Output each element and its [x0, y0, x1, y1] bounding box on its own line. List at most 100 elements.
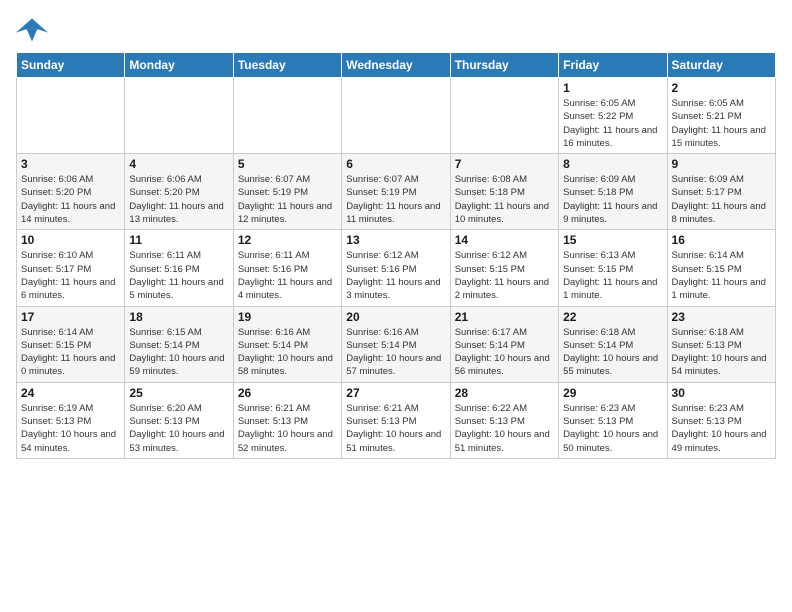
calendar-cell: 29Sunrise: 6:23 AM Sunset: 5:13 PM Dayli…	[559, 382, 667, 458]
day-number: 28	[455, 386, 554, 400]
calendar-cell	[233, 78, 341, 154]
day-number: 9	[672, 157, 771, 171]
calendar-cell	[17, 78, 125, 154]
day-info: Sunrise: 6:15 AM Sunset: 5:14 PM Dayligh…	[129, 326, 228, 379]
logo-icon	[16, 16, 48, 44]
day-info: Sunrise: 6:16 AM Sunset: 5:14 PM Dayligh…	[238, 326, 337, 379]
day-number: 12	[238, 233, 337, 247]
calendar-cell: 25 Sunrise: 6:20 AM Sunset: 5:13 PM Dayli…	[125, 382, 233, 458]
day-number: 13	[346, 233, 445, 247]
calendar-week-row: 3 Sunrise: 6:06 AM Sunset: 5:20 PM Daylig…	[17, 154, 776, 230]
day-number: 16	[672, 233, 771, 247]
calendar-header-row: SundayMondayTuesdayWednesdayThursdayFrid…	[17, 53, 776, 78]
day-info: Sunrise: 6:07 AM Sunset: 5:19 PM Dayligh…	[346, 173, 445, 226]
calendar-table: SundayMondayTuesdayWednesdayThursdayFrid…	[16, 52, 776, 459]
calendar-cell: 18 Sunrise: 6:15 AM Sunset: 5:14 PM Dayli…	[125, 306, 233, 382]
day-number: 2	[672, 81, 771, 95]
calendar-week-row: 1 Sunrise: 6:05 AM Sunset: 5:22 PM Daylig…	[17, 78, 776, 154]
day-info: Sunrise: 6:12 AM Sunset: 5:16 PM Dayligh…	[346, 249, 445, 302]
logo	[16, 16, 52, 44]
day-info: Sunrise: 6:10 AM Sunset: 5:17 PM Dayligh…	[21, 249, 120, 302]
day-number: 20	[346, 310, 445, 324]
calendar-cell: 16 Sunrise: 6:14 AM Sunset: 5:15 PM Dayli…	[667, 230, 775, 306]
day-info: Sunrise: 6:14 AM Sunset: 5:15 PM Dayligh…	[672, 249, 771, 302]
day-number: 27	[346, 386, 445, 400]
day-number: 10	[21, 233, 120, 247]
calendar-cell: 13 Sunrise: 6:12 AM Sunset: 5:16 PM Dayli…	[342, 230, 450, 306]
calendar-cell: 10 Sunrise: 6:10 AM Sunset: 5:17 PM Dayli…	[17, 230, 125, 306]
day-number: 1	[563, 81, 662, 95]
calendar-cell: 22 Sunrise: 6:18 AM Sunset: 5:14 PM Dayli…	[559, 306, 667, 382]
day-number: 26	[238, 386, 337, 400]
calendar-cell: 5 Sunrise: 6:07 AM Sunset: 5:19 PM Daylig…	[233, 154, 341, 230]
day-info: Sunrise: 6:23 AM Sunset: 5:13 PM Dayligh…	[672, 402, 771, 455]
day-header-sunday: Sunday	[17, 53, 125, 78]
calendar-cell: 11Sunrise: 6:11 AM Sunset: 5:16 PM Dayli…	[125, 230, 233, 306]
day-number: 30	[672, 386, 771, 400]
day-header-monday: Monday	[125, 53, 233, 78]
day-number: 11	[129, 233, 228, 247]
day-number: 19	[238, 310, 337, 324]
calendar-week-row: 17 Sunrise: 6:14 AM Sunset: 5:15 PM Dayli…	[17, 306, 776, 382]
calendar-cell: 20 Sunrise: 6:16 AM Sunset: 5:14 PM Dayli…	[342, 306, 450, 382]
calendar-cell: 15Sunrise: 6:13 AM Sunset: 5:15 PM Dayli…	[559, 230, 667, 306]
day-header-tuesday: Tuesday	[233, 53, 341, 78]
day-number: 5	[238, 157, 337, 171]
calendar-cell: 17 Sunrise: 6:14 AM Sunset: 5:15 PM Dayli…	[17, 306, 125, 382]
day-number: 24	[21, 386, 120, 400]
day-info: Sunrise: 6:22 AM Sunset: 5:13 PM Dayligh…	[455, 402, 554, 455]
day-info: Sunrise: 6:21 AM Sunset: 5:13 PM Dayligh…	[346, 402, 445, 455]
day-info: Sunrise: 6:11 AM Sunset: 5:16 PM Dayligh…	[238, 249, 337, 302]
day-number: 23	[672, 310, 771, 324]
day-number: 15	[563, 233, 662, 247]
day-info: Sunrise: 6:20 AM Sunset: 5:13 PM Dayligh…	[129, 402, 228, 455]
day-info: Sunrise: 6:05 AM Sunset: 5:22 PM Dayligh…	[563, 97, 662, 150]
calendar-week-row: 10 Sunrise: 6:10 AM Sunset: 5:17 PM Dayli…	[17, 230, 776, 306]
day-info: Sunrise: 6:05 AM Sunset: 5:21 PM Dayligh…	[672, 97, 771, 150]
day-info: Sunrise: 6:16 AM Sunset: 5:14 PM Dayligh…	[346, 326, 445, 379]
calendar-cell: 3 Sunrise: 6:06 AM Sunset: 5:20 PM Daylig…	[17, 154, 125, 230]
day-info: Sunrise: 6:17 AM Sunset: 5:14 PM Dayligh…	[455, 326, 554, 379]
calendar-cell: 9 Sunrise: 6:09 AM Sunset: 5:17 PM Daylig…	[667, 154, 775, 230]
day-header-friday: Friday	[559, 53, 667, 78]
calendar-cell: 7 Sunrise: 6:08 AM Sunset: 5:18 PM Daylig…	[450, 154, 558, 230]
calendar-cell: 19 Sunrise: 6:16 AM Sunset: 5:14 PM Dayli…	[233, 306, 341, 382]
calendar-cell	[125, 78, 233, 154]
calendar-cell: 1 Sunrise: 6:05 AM Sunset: 5:22 PM Daylig…	[559, 78, 667, 154]
day-info: Sunrise: 6:07 AM Sunset: 5:19 PM Dayligh…	[238, 173, 337, 226]
day-number: 17	[21, 310, 120, 324]
day-number: 7	[455, 157, 554, 171]
day-info: Sunrise: 6:23 AM Sunset: 5:13 PM Dayligh…	[563, 402, 662, 455]
day-info: Sunrise: 6:18 AM Sunset: 5:13 PM Dayligh…	[672, 326, 771, 379]
calendar-cell: 21 Sunrise: 6:17 AM Sunset: 5:14 PM Dayli…	[450, 306, 558, 382]
calendar-week-row: 24 Sunrise: 6:19 AM Sunset: 5:13 PM Dayli…	[17, 382, 776, 458]
day-info: Sunrise: 6:09 AM Sunset: 5:17 PM Dayligh…	[672, 173, 771, 226]
day-info: Sunrise: 6:19 AM Sunset: 5:13 PM Dayligh…	[21, 402, 120, 455]
day-info: Sunrise: 6:06 AM Sunset: 5:20 PM Dayligh…	[21, 173, 120, 226]
day-header-wednesday: Wednesday	[342, 53, 450, 78]
day-number: 4	[129, 157, 228, 171]
day-number: 25	[129, 386, 228, 400]
day-header-saturday: Saturday	[667, 53, 775, 78]
day-number: 6	[346, 157, 445, 171]
day-number: 3	[21, 157, 120, 171]
calendar-cell: 8 Sunrise: 6:09 AM Sunset: 5:18 PM Daylig…	[559, 154, 667, 230]
calendar-cell: 2 Sunrise: 6:05 AM Sunset: 5:21 PM Daylig…	[667, 78, 775, 154]
calendar-cell: 30 Sunrise: 6:23 AM Sunset: 5:13 PM Dayli…	[667, 382, 775, 458]
calendar-cell: 28 Sunrise: 6:22 AM Sunset: 5:13 PM Dayli…	[450, 382, 558, 458]
calendar-cell: 6 Sunrise: 6:07 AM Sunset: 5:19 PM Daylig…	[342, 154, 450, 230]
day-info: Sunrise: 6:21 AM Sunset: 5:13 PM Dayligh…	[238, 402, 337, 455]
day-info: Sunrise: 6:09 AM Sunset: 5:18 PM Dayligh…	[563, 173, 662, 226]
day-header-thursday: Thursday	[450, 53, 558, 78]
day-number: 18	[129, 310, 228, 324]
day-info: Sunrise: 6:14 AM Sunset: 5:15 PM Dayligh…	[21, 326, 120, 379]
day-info: Sunrise: 6:18 AM Sunset: 5:14 PM Dayligh…	[563, 326, 662, 379]
calendar-cell: 14Sunrise: 6:12 AM Sunset: 5:15 PM Dayli…	[450, 230, 558, 306]
day-number: 22	[563, 310, 662, 324]
day-number: 21	[455, 310, 554, 324]
calendar-cell: 12 Sunrise: 6:11 AM Sunset: 5:16 PM Dayli…	[233, 230, 341, 306]
day-number: 8	[563, 157, 662, 171]
calendar-cell: 27 Sunrise: 6:21 AM Sunset: 5:13 PM Dayli…	[342, 382, 450, 458]
day-info: Sunrise: 6:08 AM Sunset: 5:18 PM Dayligh…	[455, 173, 554, 226]
day-info: Sunrise: 6:06 AM Sunset: 5:20 PM Dayligh…	[129, 173, 228, 226]
